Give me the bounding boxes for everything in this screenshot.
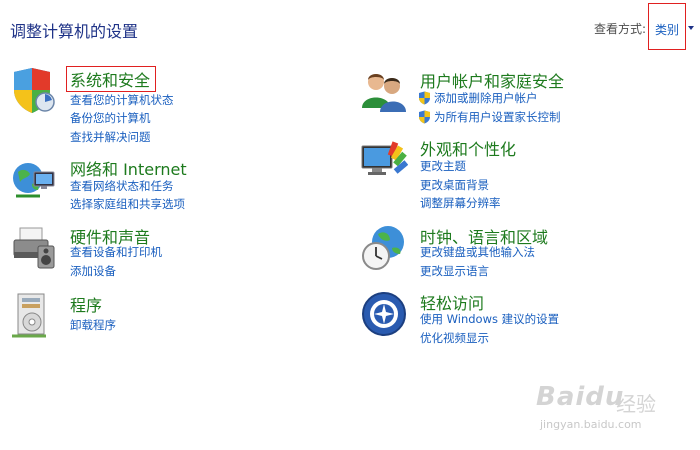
category-appearance: 外观和个性化 更改主题 更改桌面背景 调整屏幕分辨率 <box>360 136 690 216</box>
view-by-label: 查看方式: <box>594 22 647 36</box>
link-parental-controls-label: 为所有用户设置家长控制 <box>434 110 561 124</box>
watermark-url: jingyan.baidu.com <box>540 418 642 431</box>
appearance-icon[interactable] <box>360 136 408 184</box>
category-system-security: 系统和安全 查看您的计算机状态 备份您的计算机 查找并解决问题 <box>10 66 310 146</box>
network-globe-icon[interactable] <box>10 156 58 204</box>
link-network-status[interactable]: 查看网络状态和任务 <box>70 178 174 194</box>
category-programs: 程序 卸载程序 <box>10 292 310 342</box>
category-title-programs[interactable]: 程序 <box>70 292 102 316</box>
category-hardware-sound: 硬件和声音 查看设备和打印机 添加设备 <box>10 224 310 284</box>
link-change-desktop-background[interactable]: 更改桌面背景 <box>420 177 489 193</box>
users-icon[interactable] <box>360 68 408 116</box>
printer-icon[interactable] <box>10 224 58 272</box>
chevron-down-icon[interactable] <box>688 26 694 30</box>
view-mode-dropdown[interactable]: 类别 <box>648 3 686 50</box>
link-parental-controls[interactable]: 为所有用户设置家长控制 <box>418 109 561 125</box>
category-network-internet: 网络和 Internet 查看网络状态和任务 选择家庭组和共享选项 <box>10 156 310 216</box>
link-add-remove-accounts[interactable]: 添加或删除用户帐户 <box>418 90 538 106</box>
link-view-computer-status[interactable]: 查看您的计算机状态 <box>70 92 174 108</box>
category-title-system-security[interactable]: 系统和安全 <box>66 66 157 92</box>
link-add-remove-accounts-label: 添加或删除用户帐户 <box>434 91 538 105</box>
watermark-brand-cn: 经验 <box>616 392 656 416</box>
link-backup-computer[interactable]: 备份您的计算机 <box>70 110 151 126</box>
link-uninstall-program[interactable]: 卸载程序 <box>70 317 116 333</box>
clock-globe-icon[interactable] <box>360 224 408 272</box>
link-change-display-language[interactable]: 更改显示语言 <box>420 263 489 279</box>
category-title-user-accounts[interactable]: 用户帐户和家庭安全 <box>420 68 564 92</box>
link-change-theme[interactable]: 更改主题 <box>420 158 466 174</box>
link-homegroup-sharing[interactable]: 选择家庭组和共享选项 <box>70 196 185 212</box>
link-change-keyboards[interactable]: 更改键盘或其他输入法 <box>420 244 535 260</box>
link-add-device[interactable]: 添加设备 <box>70 263 116 279</box>
uac-shield-icon <box>419 91 430 105</box>
watermark-brand: Baidu <box>536 382 625 412</box>
category-user-accounts: 用户帐户和家庭安全 添加或删除用户帐户 为所有用户设置家长控制 <box>360 68 690 128</box>
category-ease-of-access: 轻松访问 使用 Windows 建议的设置 优化视频显示 <box>360 290 690 350</box>
category-title-network-internet[interactable]: 网络和 Internet <box>70 156 187 180</box>
uac-shield-icon <box>419 110 430 124</box>
link-adjust-resolution[interactable]: 调整屏幕分辨率 <box>420 195 501 211</box>
link-devices-printers[interactable]: 查看设备和打印机 <box>70 244 162 260</box>
ease-of-access-icon[interactable] <box>360 290 408 338</box>
baidu-watermark: Baidu 经验 jingyan.baidu.com <box>530 370 680 440</box>
shield-icon[interactable] <box>10 66 58 114</box>
programs-icon[interactable] <box>10 292 58 340</box>
page-title: 调整计算机的设置 <box>10 22 139 41</box>
link-windows-recommended-settings[interactable]: 使用 Windows 建议的设置 <box>420 311 559 327</box>
link-troubleshoot[interactable]: 查找并解决问题 <box>70 129 151 145</box>
category-clock-language-region: 时钟、语言和区域 更改键盘或其他输入法 更改显示语言 <box>360 224 690 284</box>
link-optimize-visual-display[interactable]: 优化视频显示 <box>420 330 489 346</box>
category-title-appearance[interactable]: 外观和个性化 <box>420 136 516 160</box>
